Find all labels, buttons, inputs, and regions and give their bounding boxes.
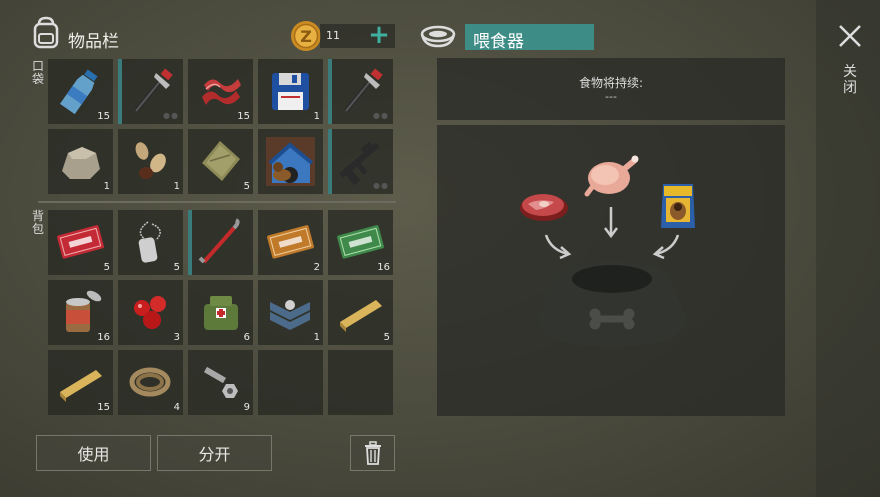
backpack-icon [30,16,62,50]
durability-bar [328,59,332,124]
backpack-label: 背包 [31,209,44,236]
water-bottle-icon [60,69,98,115]
nuts-bolts-icon [203,366,238,398]
duration-label: 食物将持续: [578,76,644,90]
hammer-icon [344,68,383,113]
roast-chicken-icon [583,152,639,202]
coin-count: 11 [326,29,340,42]
inventory-slot[interactable]: 5 [48,210,113,275]
empty-inventory-slot[interactable] [258,350,323,415]
crowbar-icon [198,218,240,264]
stone-icon [62,147,100,179]
raw-meat-icon [518,188,570,228]
upgrade-dots: ●● [373,111,389,120]
close-icon [839,25,861,47]
item-count: 3 [173,332,180,343]
inventory-slot[interactable]: 15 [48,59,113,124]
inventory-slot[interactable]: 1 [258,280,323,345]
split-button[interactable]: 分开 [157,435,272,471]
wood-plank-icon [340,300,382,332]
inventory-slot[interactable]: 1 [118,129,183,194]
item-count: 5 [243,181,250,192]
hammer-icon [134,68,173,113]
durability-bar [328,129,332,194]
section-divider [38,201,396,203]
inventory-slot[interactable]: ●● [118,59,183,124]
sergeant-chevron-icon [270,300,310,330]
item-count: 1 [313,332,320,343]
inventory-slot[interactable]: 1 [258,59,323,124]
upgrade-dots: ●● [163,111,179,120]
assault-rifle-icon [339,141,380,186]
durability-bar [118,59,122,124]
wood-plank-icon [60,370,102,402]
berries-icon [134,296,166,329]
inventory-slot[interactable]: 16 [328,210,393,275]
trash-button[interactable] [350,435,395,471]
inventory-slot[interactable]: 1 [48,129,113,194]
canned-food-icon [66,290,102,332]
item-count: 1 [173,181,180,192]
floppy-disk-icon [272,73,309,110]
durability-bar [188,210,192,275]
inventory-slot[interactable]: 5 [188,129,253,194]
inventory-slot[interactable]: ●● [328,129,393,194]
coin-icon: Z [290,20,322,52]
use-button[interactable]: 使用 [36,435,151,471]
empty-inventory-slot[interactable] [328,350,393,415]
trash-icon [364,441,381,465]
inventory-slot[interactable]: 4 [118,350,183,415]
dog-kennel-icon [266,137,315,186]
bowl-icon [418,22,458,50]
orange-coupon-icon [267,225,314,259]
inventory-slot[interactable]: 5 [118,210,183,275]
item-count: 15 [97,111,110,122]
dog-bowl-icon [537,255,687,351]
item-count: 4 [173,402,180,413]
inventory-slot[interactable]: 2 [258,210,323,275]
item-count: 15 [97,402,110,413]
bacon-icon [202,79,241,105]
rope-icon [129,367,171,397]
inventory-slot[interactable]: 16 [48,280,113,345]
cloth-icon [202,141,240,181]
inventory-slot[interactable]: 5 [328,280,393,345]
item-count: 1 [103,181,110,192]
inventory-slot[interactable]: ●● [328,59,393,124]
inventory-slot[interactable]: 3 [118,280,183,345]
svg-text:Z: Z [300,27,312,46]
item-count: 5 [103,262,110,273]
item-count: 1 [313,111,320,122]
dog-tag-icon [138,221,161,263]
inventory-slot[interactable] [188,210,253,275]
inventory-slot[interactable]: 15 [48,350,113,415]
feeder-title: 喂食器 [473,32,524,52]
pocket-label: 口袋 [31,59,44,86]
inventory-slot[interactable]: 15 [188,59,253,124]
item-count: 6 [243,332,250,343]
item-count: 5 [173,262,180,273]
duration-value: --- [605,90,617,103]
inventory-slot[interactable]: 9 [188,350,253,415]
inventory-slot[interactable]: 6 [188,280,253,345]
close-button[interactable] [836,22,864,50]
upgrade-dots: ●● [373,181,389,190]
item-count: 16 [377,262,390,273]
seeds-icon [135,142,166,179]
item-count: 5 [383,332,390,343]
item-count: 9 [243,402,250,413]
arrow-down-icon [603,205,619,243]
ration-coupon-icon [337,225,384,259]
medkit-bag-icon [204,296,238,330]
inventory-slot[interactable] [258,129,323,194]
inventory-title: 物品栏 [68,32,119,52]
item-count: 2 [313,262,320,273]
dog-food-bag-icon [658,180,698,236]
combat-coupon-icon [57,225,104,259]
item-count: 15 [237,111,250,122]
add-coins-button[interactable]: + [368,22,390,48]
close-label[interactable]: 关闭 [842,64,858,96]
item-count: 16 [97,332,110,343]
